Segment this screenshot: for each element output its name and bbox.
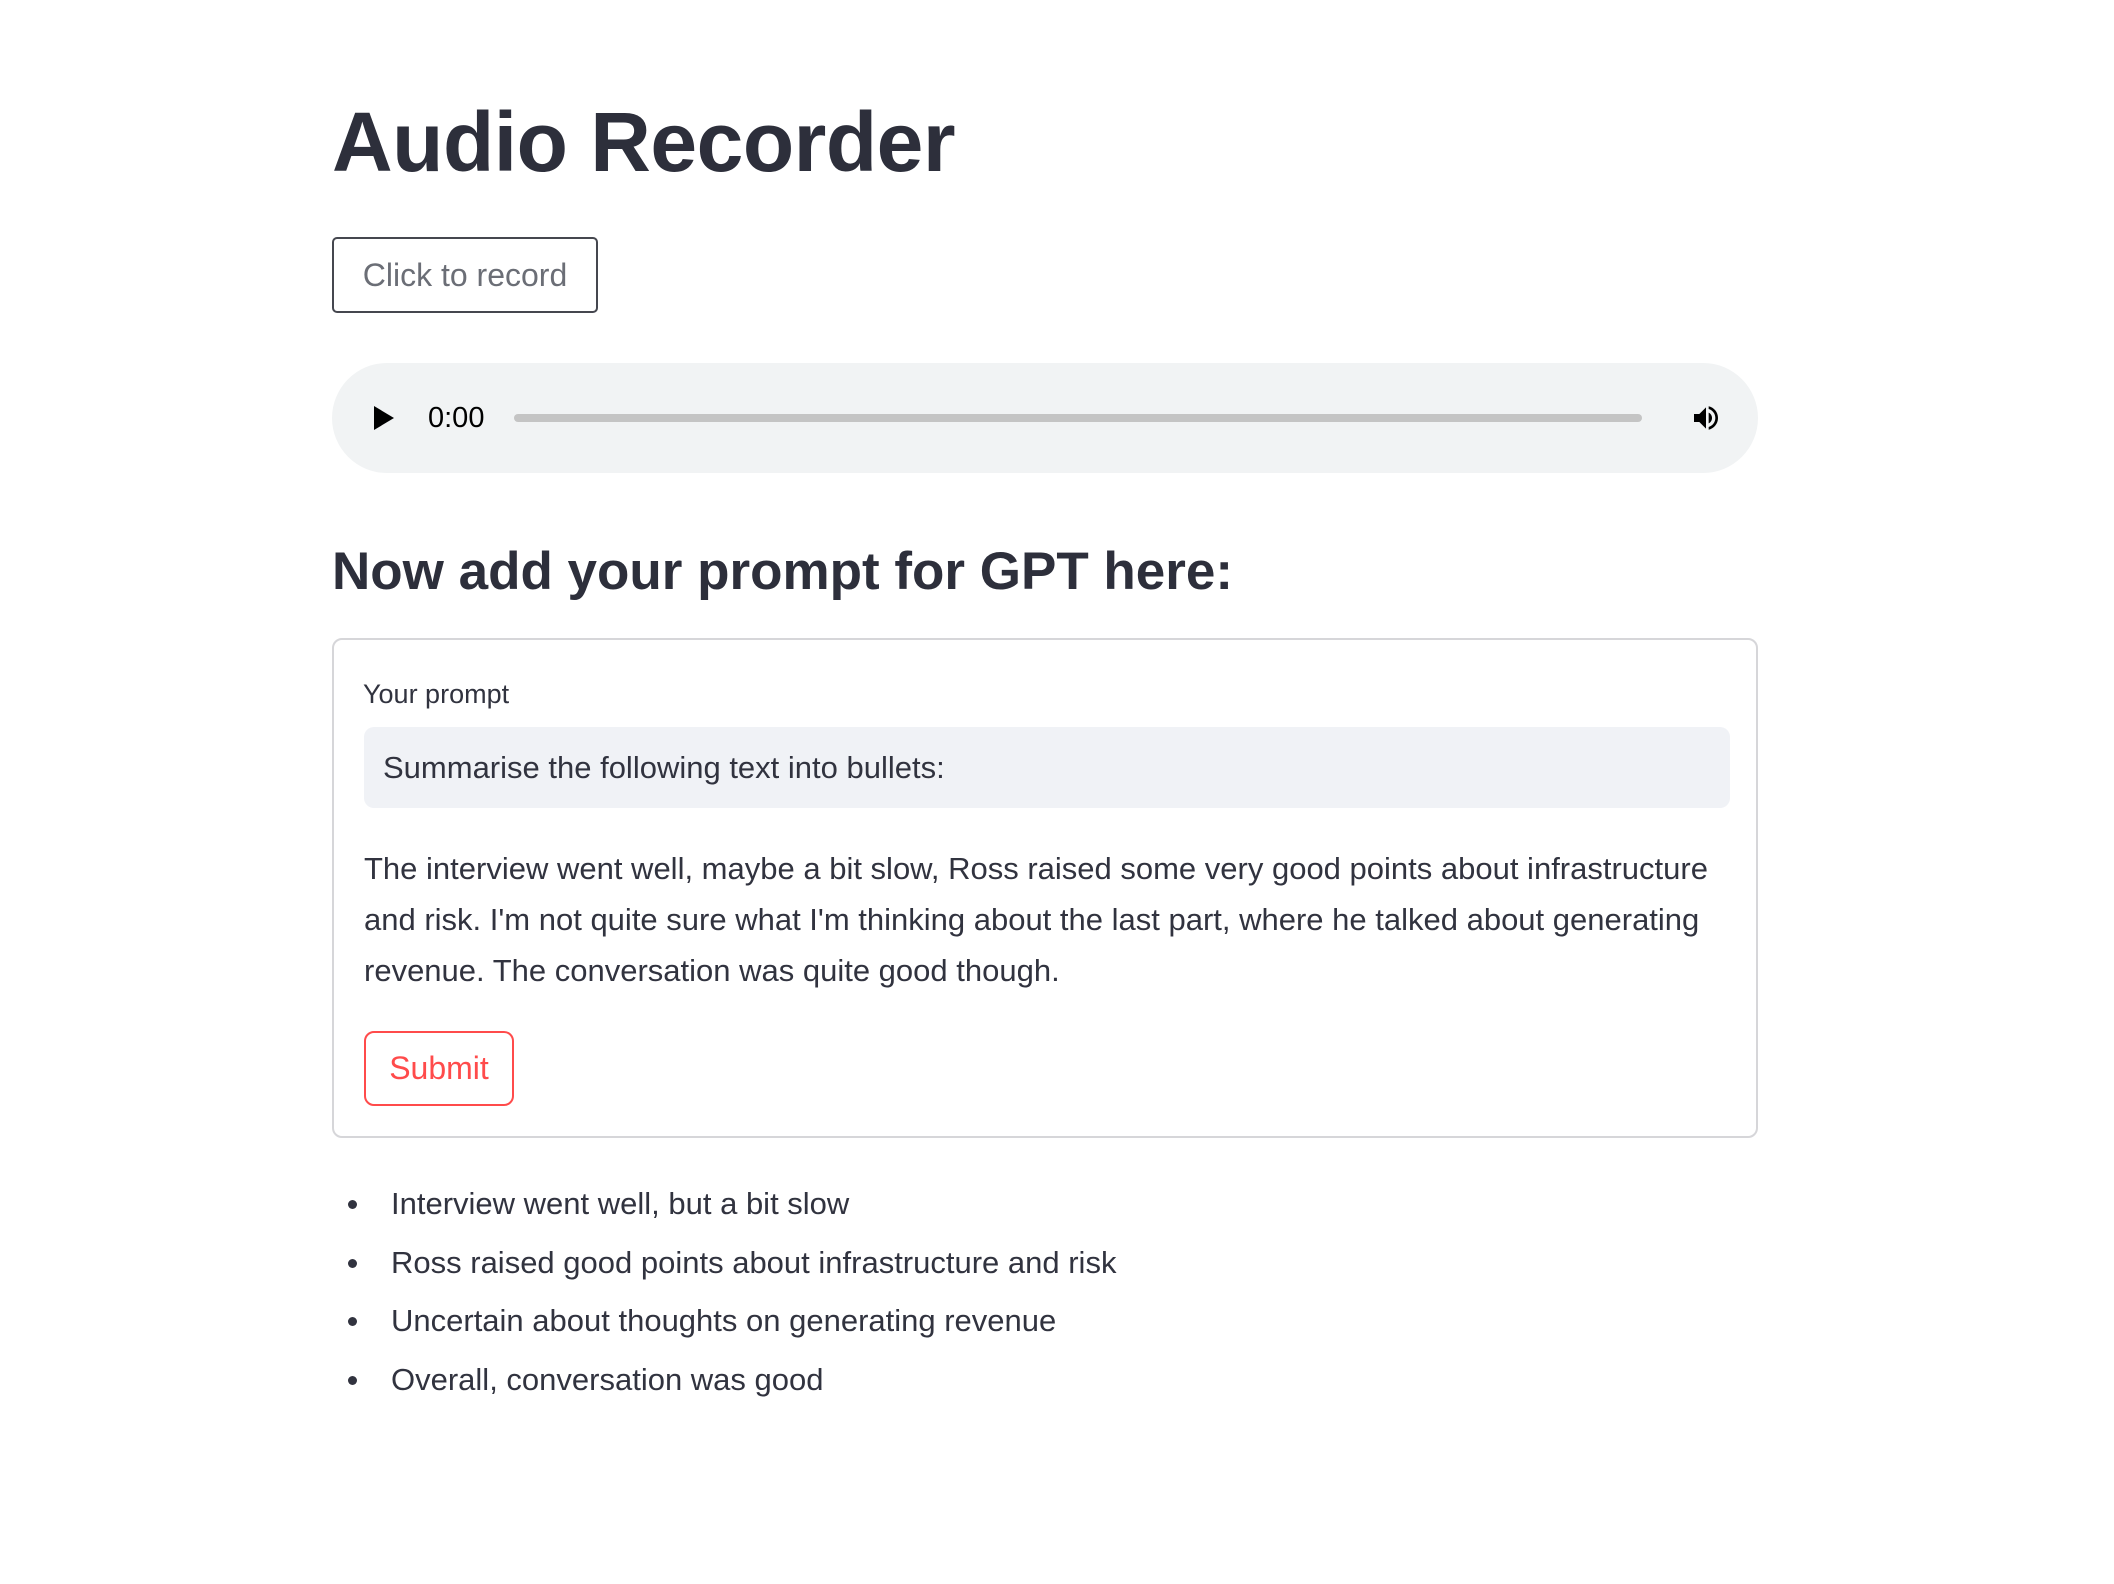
prompt-input[interactable]	[364, 727, 1730, 808]
volume-icon[interactable]	[1689, 402, 1723, 434]
bullet-icon	[348, 1200, 357, 1209]
summary-bullet-item: Uncertain about thoughts on generating r…	[332, 1292, 1116, 1351]
progress-slider[interactable]	[514, 414, 1642, 422]
page-title: Audio Recorder	[332, 95, 956, 189]
summary-bullet-item: Interview went well, but a bit slow	[332, 1175, 1116, 1234]
submit-button[interactable]: Submit	[364, 1031, 514, 1106]
prompt-label: Your prompt	[363, 679, 510, 709]
summary-bullet-text: Ross raised good points about infrastruc…	[391, 1244, 1117, 1280]
summary-bullet-text: Uncertain about thoughts on generating r…	[391, 1303, 1057, 1338]
summary-bullet-list: Interview went well, but a bit slow Ross…	[332, 1175, 1116, 1409]
summary-bullet-item: Overall, conversation was good	[332, 1351, 1116, 1410]
bullet-icon	[348, 1317, 357, 1326]
summary-bullet-text: Overall, conversation was good	[391, 1361, 824, 1397]
summary-bullet-item: Ross raised good points about infrastruc…	[332, 1234, 1116, 1293]
prompt-body-text: The interview went well, maybe a bit slo…	[364, 851, 1708, 988]
play-icon[interactable]	[374, 406, 394, 430]
record-button[interactable]: Click to record	[332, 237, 598, 313]
audio-player: 0:00	[332, 363, 1758, 473]
prompt-section-heading: Now add your prompt for GPT here:	[332, 542, 1234, 601]
summary-bullet-text: Interview went well, but a bit slow	[391, 1186, 850, 1221]
time-display: 0:00	[428, 402, 485, 434]
bullet-icon	[348, 1375, 357, 1385]
bullet-icon	[348, 1258, 357, 1268]
